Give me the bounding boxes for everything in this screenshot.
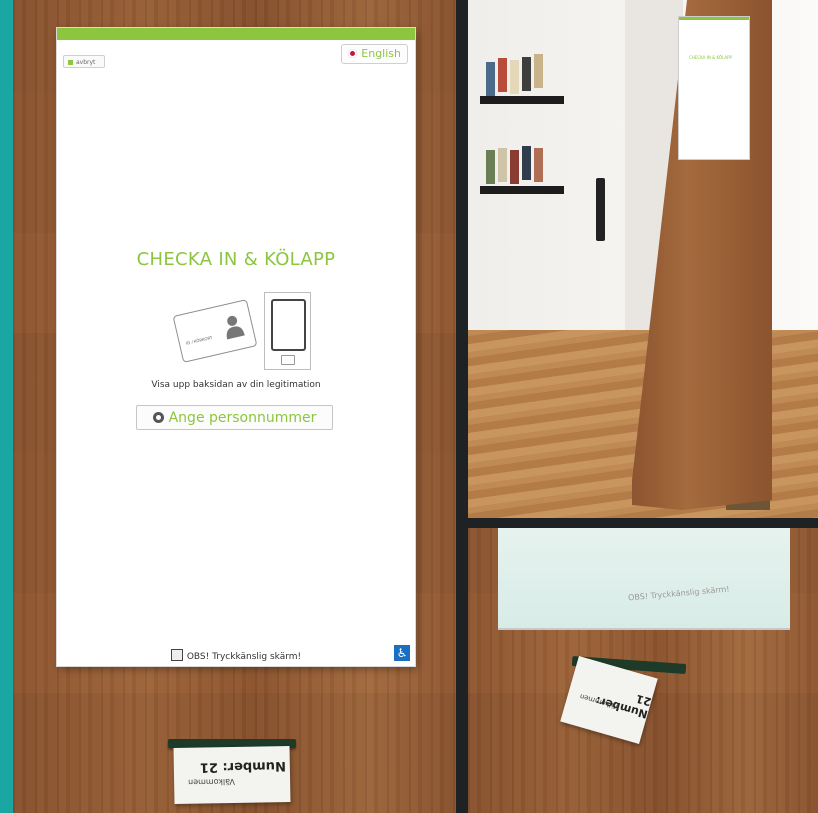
closeup-notice: OBS! Tryckkänslig skärm! <box>627 584 730 603</box>
uk-flag-icon <box>348 49 358 58</box>
language-button-label: English <box>361 47 401 60</box>
magazine <box>510 150 519 184</box>
queue-ticket: Number: 21 Välkommen <box>173 745 291 805</box>
ticket-closeup-photo: OBS! Tryckkänslig skärm! Number: 21 Välk… <box>468 528 818 813</box>
arrow-circle-icon <box>152 412 164 423</box>
magazine <box>534 54 543 88</box>
enter-personnummer-button[interactable]: Ange personnummer <box>136 405 333 430</box>
magazine <box>486 62 495 96</box>
kiosk-front-photo: Number: 21 Välkommen avbryt English CHEC… <box>13 0 456 813</box>
touch-notice-text: OBS! Tryckkänslig skärm! <box>186 652 302 662</box>
ticket-signature: Välkommen <box>188 776 235 787</box>
kiosk-room-photo: CHECKA IN & KÖLAPP <box>468 0 818 518</box>
back-button[interactable]: avbryt <box>63 55 105 68</box>
card-label: ID / KÖRKORT <box>185 334 213 346</box>
magazine <box>498 58 507 92</box>
kiosk-screen-bottom-edge: OBS! Tryckkänslig skärm! <box>498 528 790 630</box>
accessibility-button[interactable]: ♿ <box>394 645 410 661</box>
top-accent-bar <box>679 17 749 20</box>
kiosk-screen-small: CHECKA IN & KÖLAPP <box>678 16 750 160</box>
magazine <box>486 150 495 184</box>
card-reader-illustration <box>264 292 311 370</box>
magazine <box>510 60 519 94</box>
magazine <box>498 148 507 182</box>
magazine-shelf-bottom <box>480 186 564 194</box>
id-card-illustration: ID / KÖRKORT <box>172 299 258 363</box>
left-border-strip <box>0 0 13 813</box>
ticket-number: Number: 21 <box>199 758 287 775</box>
top-accent-bar <box>57 28 415 40</box>
magazine <box>522 146 531 180</box>
reader-slot-icon <box>281 355 295 365</box>
touch-screen-icon <box>170 649 183 661</box>
touch-notice: OBS! Tryckkänslig skärm! <box>57 649 415 662</box>
small-screen-title: CHECKA IN & KÖLAPP <box>689 55 732 60</box>
wheelchair-icon: ♿ <box>396 646 408 660</box>
instruction-text: Visa upp baksidan av din legitimation <box>151 380 321 390</box>
door-handle-plate <box>596 178 605 241</box>
tablet-icon <box>271 299 306 351</box>
language-button[interactable]: English <box>341 44 408 64</box>
person-icon <box>226 315 245 340</box>
magazine <box>522 57 531 91</box>
back-button-label: avbryt <box>76 59 96 66</box>
back-icon <box>68 60 73 65</box>
magazine <box>534 148 543 182</box>
page-title: CHECKA IN & KÖLAPP <box>136 249 336 270</box>
kiosk-screen: avbryt English CHECKA IN & KÖLAPP ID / K… <box>57 28 415 666</box>
personnummer-button-label: Ange personnummer <box>168 410 317 426</box>
magazine-shelf-top <box>480 96 564 104</box>
